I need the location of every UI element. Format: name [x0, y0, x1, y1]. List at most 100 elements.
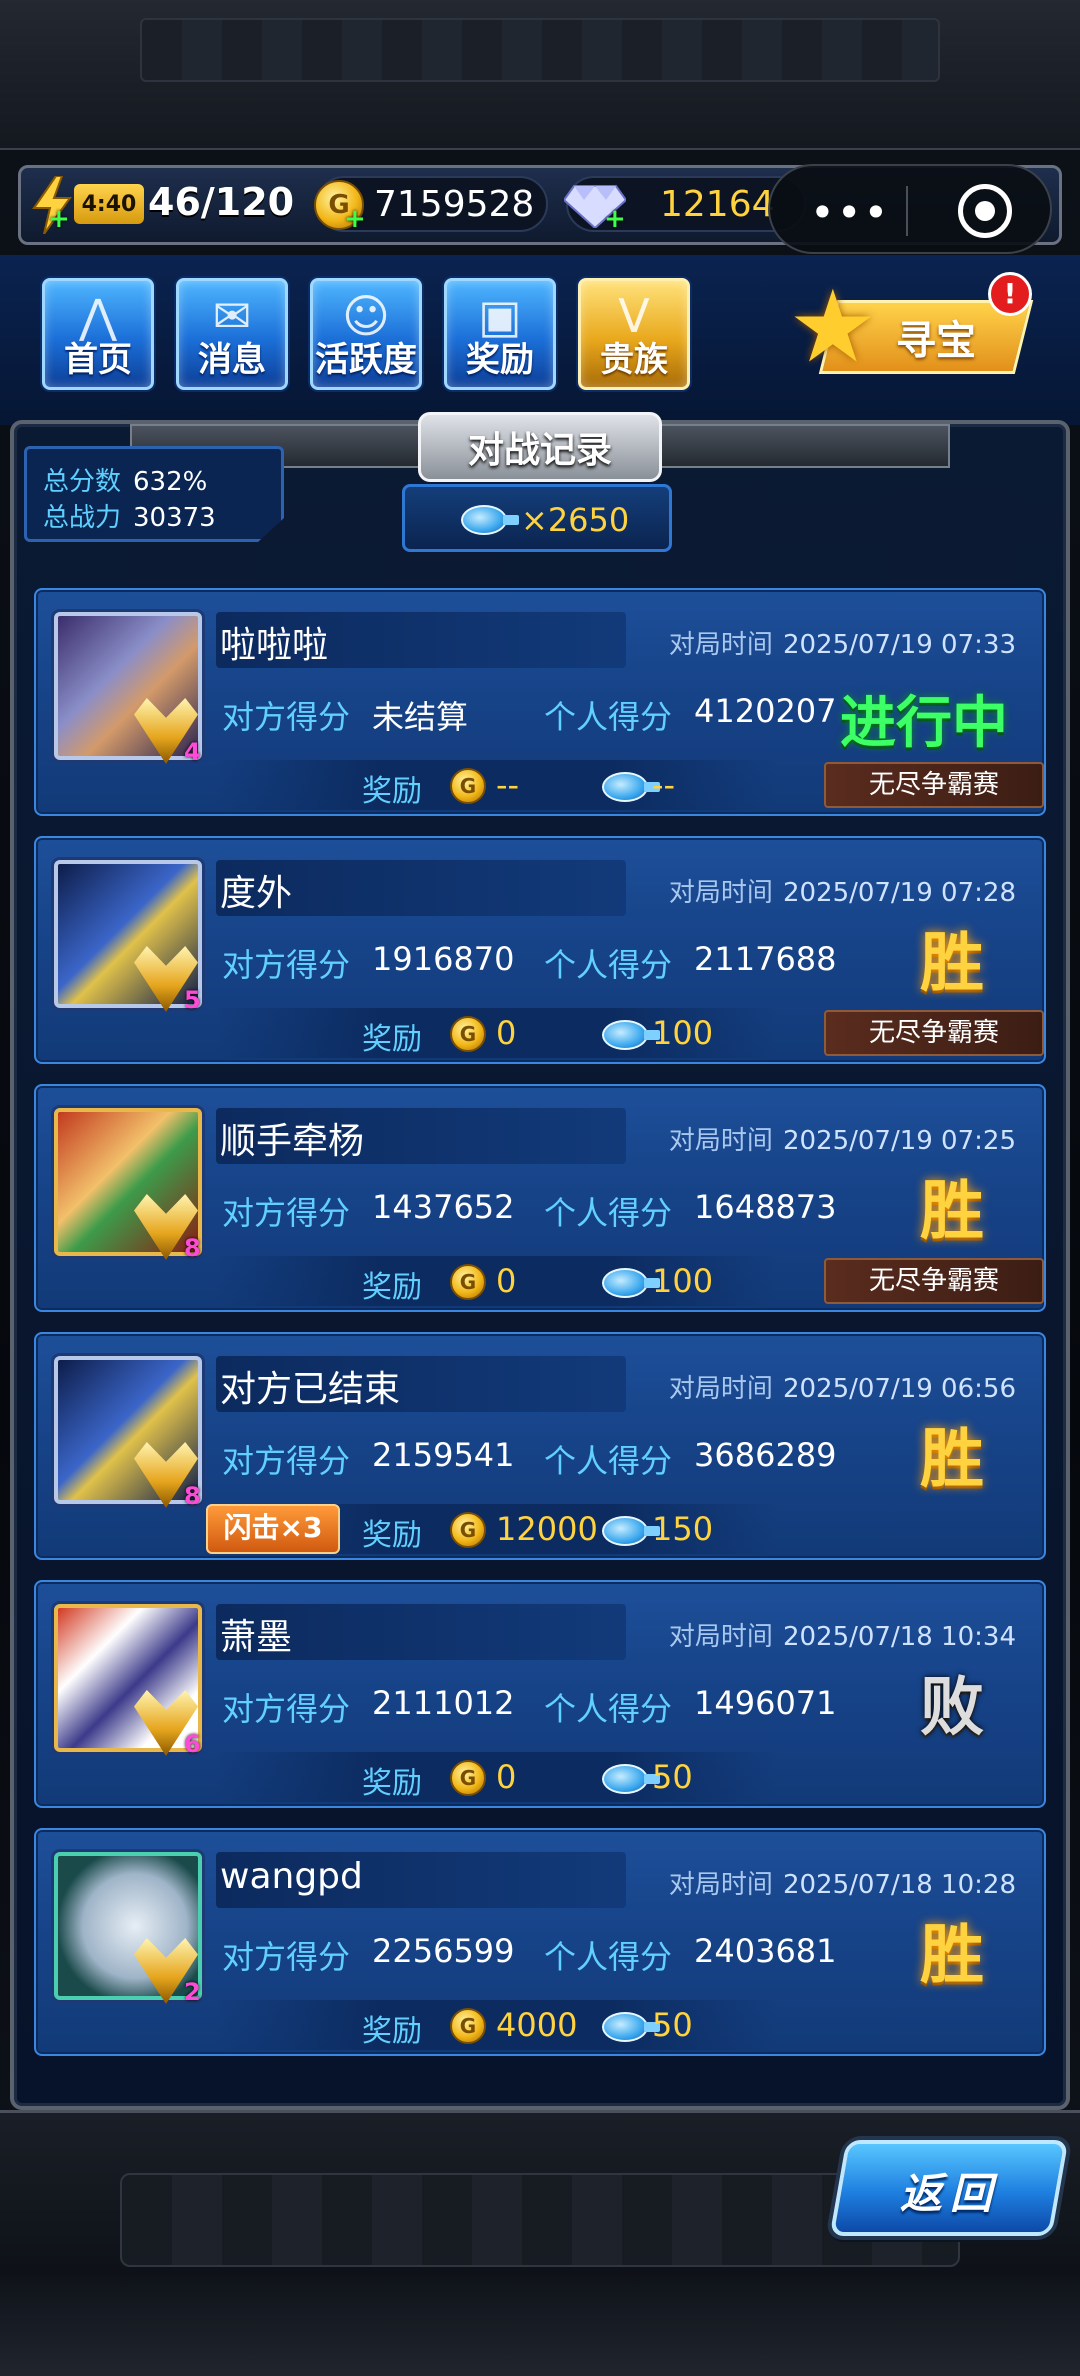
ticket-icon — [602, 1764, 660, 1798]
nav-activity-label: 活跃度 — [315, 340, 417, 380]
opp-score-value: 2159541 — [372, 1436, 515, 1474]
match-result: 进行中 — [840, 691, 1008, 756]
vip-level: 2 — [184, 1978, 201, 2006]
match-time-value: 2025/07/18 10:28 — [782, 1870, 1016, 1900]
coin-icon: G — [450, 1016, 486, 1052]
coin-value: 7159528 — [374, 184, 535, 225]
add-coin-icon[interactable]: + — [344, 206, 366, 232]
match-time-value: 2025/07/19 07:33 — [782, 630, 1016, 660]
opponent-name: 顺手牵杨 — [220, 1121, 365, 1162]
mini-program-capsule: ••• — [768, 164, 1052, 254]
my-score-value: 1648873 — [694, 1188, 837, 1226]
reward-coin-value: 0 — [496, 1014, 517, 1052]
nav-home-button[interactable]: ⋀ 首页 — [42, 278, 154, 390]
energy-resource[interactable]: + 4:40 46/120 — [30, 172, 320, 236]
match-result: 胜 — [920, 1919, 984, 1993]
match-result: 胜 — [920, 927, 984, 1001]
my-score-value: 4120207 — [694, 692, 837, 730]
notification-badge: ! — [988, 272, 1032, 316]
nav-reward-button[interactable]: ▣ 奖励 — [444, 278, 556, 390]
my-score-label: 个人得分 — [544, 1690, 673, 1728]
reward-label: 奖励 — [362, 2014, 422, 2049]
total-power-value: 30373 — [133, 503, 216, 533]
opp-score-label: 对方得分 — [222, 946, 351, 984]
record-card[interactable]: 5 度外 对局时间 2025/07/19 07:28 对方得分 1916870 个… — [34, 836, 1046, 1064]
coin-resource[interactable]: G + 7159528 — [314, 176, 548, 232]
match-time: 对局时间 2025/07/18 10:34 — [669, 1616, 1016, 1653]
total-score-label: 总分数 — [43, 467, 122, 497]
more-dots-icon[interactable]: ••• — [810, 188, 890, 237]
diamond-value: 12164 — [660, 184, 775, 225]
my-score-label: 个人得分 — [544, 1442, 673, 1480]
opp-score-value: 2111012 — [372, 1684, 515, 1722]
reward-ticket-value: 150 — [652, 1510, 714, 1548]
energy-value: 46/120 — [148, 180, 295, 224]
star-jet-icon: ★ — [788, 268, 878, 385]
nav-message-label: 消息 — [198, 340, 266, 380]
title-wing-right — [650, 424, 950, 468]
my-score-value: 3686289 — [694, 1436, 837, 1474]
mode-tag: 无尽争霸赛 — [824, 1010, 1044, 1056]
my-score-label: 个人得分 — [544, 698, 673, 736]
match-time-label: 对局时间 — [668, 1622, 773, 1652]
vip-level: 6 — [184, 1730, 201, 1758]
target-icon[interactable] — [958, 184, 1012, 238]
opponent-name: 度外 — [220, 873, 293, 914]
back-label: 返回 — [900, 2169, 1001, 2218]
match-result: 胜 — [920, 1175, 984, 1249]
reward-label: 奖励 — [362, 1518, 422, 1553]
nav-activity-button[interactable]: ☺ 活跃度 — [310, 278, 422, 390]
opp-score-label: 对方得分 — [222, 1194, 351, 1232]
record-card[interactable]: 2 wangpd 对局时间 2025/07/18 10:28 对方得分 22565… — [34, 1828, 1046, 2056]
my-score-label: 个人得分 — [544, 1938, 673, 1976]
add-energy-icon[interactable]: + — [48, 206, 70, 232]
match-time-label: 对局时间 — [668, 878, 773, 908]
total-score-value: 632% — [133, 467, 208, 497]
reward-coin-value: 0 — [496, 1262, 517, 1300]
score-summary: 总分数 632% 总战力 30373 — [24, 446, 284, 542]
record-card[interactable]: 8 顺手牵杨 对局时间 2025/07/19 07:25 对方得分 1437652… — [34, 1084, 1046, 1312]
reward-label: 奖励 — [362, 1022, 422, 1057]
reward-coin-value: 0 — [496, 1758, 517, 1796]
reward-ticket-value: -- — [652, 766, 676, 804]
opp-score-value: 2256599 — [372, 1932, 515, 1970]
my-score-value: 2117688 — [694, 940, 837, 978]
record-card[interactable]: 8 对方已结束 对局时间 2025/07/19 06:56 对方得分 215954… — [34, 1332, 1046, 1560]
opp-score-label: 对方得分 — [222, 1690, 351, 1728]
match-time-value: 2025/07/19 06:56 — [782, 1374, 1016, 1404]
ticket-icon — [602, 1268, 660, 1302]
match-time-label: 对局时间 — [668, 1870, 773, 1900]
opp-score-label: 对方得分 — [222, 1938, 351, 1976]
match-time: 对局时间 2025/07/19 06:56 — [669, 1368, 1016, 1405]
nav-home-label: 首页 — [64, 340, 132, 380]
mode-tag: 无尽争霸赛 — [824, 1258, 1044, 1304]
match-time-value: 2025/07/19 07:28 — [782, 878, 1016, 908]
energy-timer: 4:40 — [74, 184, 144, 224]
reward-ticket-value: 100 — [652, 1014, 714, 1052]
record-card[interactable]: 4 啦啦啦 对局时间 2025/07/19 07:33 对方得分 未结算 个人得分… — [34, 588, 1046, 816]
coin-icon: G — [450, 1512, 486, 1548]
nav-reward-label: 奖励 — [466, 340, 534, 380]
opp-score-label: 对方得分 — [222, 1442, 351, 1480]
nav-noble-button[interactable]: V 贵族 — [578, 278, 690, 390]
coin-icon: G — [450, 1760, 486, 1796]
match-time: 对局时间 2025/07/18 10:28 — [669, 1864, 1016, 1901]
my-score-label: 个人得分 — [544, 946, 673, 984]
coin-icon: G — [450, 1264, 486, 1300]
match-time-label: 对局时间 — [668, 630, 773, 660]
match-time: 对局时间 2025/07/19 07:33 — [669, 624, 1016, 661]
panel-title: 对战记录 — [418, 412, 662, 482]
treasure-hunt-button[interactable]: ★ 寻宝 ! — [788, 272, 1036, 388]
record-card[interactable]: 6 萧墨 对局时间 2025/07/18 10:34 对方得分 2111012 个… — [34, 1580, 1046, 1808]
reward-ticket-value: 50 — [652, 2006, 693, 2044]
ticket-icon — [461, 505, 519, 535]
ticket-icon — [602, 772, 660, 806]
top-frame — [0, 0, 1080, 150]
mode-tag: 无尽争霸赛 — [824, 762, 1044, 808]
opponent-name: wangpd — [220, 1856, 363, 1897]
vip-level: 8 — [184, 1234, 201, 1262]
capsule-divider — [906, 186, 908, 236]
opp-score-value: 未结算 — [372, 698, 469, 736]
add-diamond-icon[interactable]: + — [604, 206, 626, 232]
nav-message-button[interactable]: ✉ 消息 — [176, 278, 288, 390]
